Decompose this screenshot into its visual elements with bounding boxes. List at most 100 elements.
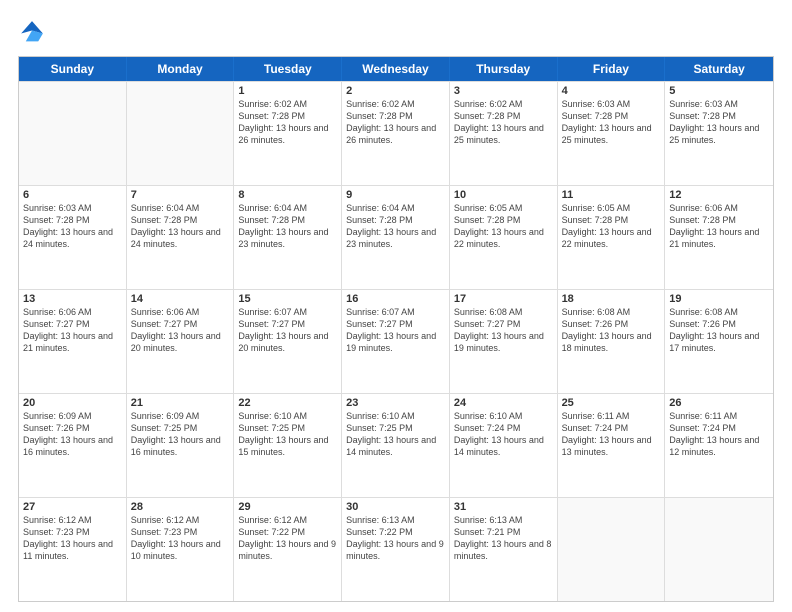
day-number: 22 [238,397,337,409]
day-info: Sunrise: 6:02 AM Sunset: 7:28 PM Dayligh… [238,98,337,147]
day-info: Sunrise: 6:02 AM Sunset: 7:28 PM Dayligh… [346,98,445,147]
day-info: Sunrise: 6:05 AM Sunset: 7:28 PM Dayligh… [562,202,661,251]
day-info: Sunrise: 6:06 AM Sunset: 7:27 PM Dayligh… [23,306,122,355]
calendar-cell [558,498,666,601]
day-number: 5 [669,85,769,97]
logo-icon [18,18,46,46]
calendar-cell: 22Sunrise: 6:10 AM Sunset: 7:25 PM Dayli… [234,394,342,497]
day-number: 19 [669,293,769,305]
day-number: 3 [454,85,553,97]
calendar-cell: 20Sunrise: 6:09 AM Sunset: 7:26 PM Dayli… [19,394,127,497]
calendar-cell: 14Sunrise: 6:06 AM Sunset: 7:27 PM Dayli… [127,290,235,393]
day-number: 13 [23,293,122,305]
day-number: 21 [131,397,230,409]
day-info: Sunrise: 6:06 AM Sunset: 7:28 PM Dayligh… [669,202,769,251]
calendar-row: 13Sunrise: 6:06 AM Sunset: 7:27 PM Dayli… [19,289,773,393]
weekday-header: Saturday [665,57,773,81]
day-info: Sunrise: 6:07 AM Sunset: 7:27 PM Dayligh… [238,306,337,355]
day-info: Sunrise: 6:11 AM Sunset: 7:24 PM Dayligh… [562,410,661,459]
day-number: 8 [238,189,337,201]
calendar-row: 27Sunrise: 6:12 AM Sunset: 7:23 PM Dayli… [19,497,773,601]
calendar-row: 6Sunrise: 6:03 AM Sunset: 7:28 PM Daylig… [19,185,773,289]
day-info: Sunrise: 6:12 AM Sunset: 7:23 PM Dayligh… [131,514,230,563]
day-number: 11 [562,189,661,201]
calendar-cell: 29Sunrise: 6:12 AM Sunset: 7:22 PM Dayli… [234,498,342,601]
day-number: 28 [131,501,230,513]
calendar-cell [19,82,127,185]
weekday-header: Thursday [450,57,558,81]
day-number: 14 [131,293,230,305]
day-info: Sunrise: 6:10 AM Sunset: 7:25 PM Dayligh… [238,410,337,459]
day-number: 29 [238,501,337,513]
day-number: 9 [346,189,445,201]
day-info: Sunrise: 6:08 AM Sunset: 7:26 PM Dayligh… [562,306,661,355]
calendar-cell: 3Sunrise: 6:02 AM Sunset: 7:28 PM Daylig… [450,82,558,185]
calendar-header: SundayMondayTuesdayWednesdayThursdayFrid… [19,57,773,81]
day-info: Sunrise: 6:08 AM Sunset: 7:27 PM Dayligh… [454,306,553,355]
calendar-cell: 10Sunrise: 6:05 AM Sunset: 7:28 PM Dayli… [450,186,558,289]
calendar-cell: 26Sunrise: 6:11 AM Sunset: 7:24 PM Dayli… [665,394,773,497]
calendar-cell: 25Sunrise: 6:11 AM Sunset: 7:24 PM Dayli… [558,394,666,497]
calendar-cell: 11Sunrise: 6:05 AM Sunset: 7:28 PM Dayli… [558,186,666,289]
weekday-header: Friday [558,57,666,81]
day-info: Sunrise: 6:04 AM Sunset: 7:28 PM Dayligh… [346,202,445,251]
calendar-body: 1Sunrise: 6:02 AM Sunset: 7:28 PM Daylig… [19,81,773,601]
calendar-cell [127,82,235,185]
calendar-cell: 30Sunrise: 6:13 AM Sunset: 7:22 PM Dayli… [342,498,450,601]
day-info: Sunrise: 6:04 AM Sunset: 7:28 PM Dayligh… [131,202,230,251]
day-info: Sunrise: 6:13 AM Sunset: 7:21 PM Dayligh… [454,514,553,563]
calendar-cell: 15Sunrise: 6:07 AM Sunset: 7:27 PM Dayli… [234,290,342,393]
calendar: SundayMondayTuesdayWednesdayThursdayFrid… [18,56,774,602]
calendar-cell: 18Sunrise: 6:08 AM Sunset: 7:26 PM Dayli… [558,290,666,393]
day-number: 30 [346,501,445,513]
calendar-cell: 1Sunrise: 6:02 AM Sunset: 7:28 PM Daylig… [234,82,342,185]
day-info: Sunrise: 6:13 AM Sunset: 7:22 PM Dayligh… [346,514,445,563]
day-number: 6 [23,189,122,201]
calendar-cell: 12Sunrise: 6:06 AM Sunset: 7:28 PM Dayli… [665,186,773,289]
day-info: Sunrise: 6:10 AM Sunset: 7:25 PM Dayligh… [346,410,445,459]
day-number: 27 [23,501,122,513]
calendar-cell: 16Sunrise: 6:07 AM Sunset: 7:27 PM Dayli… [342,290,450,393]
calendar-cell: 28Sunrise: 6:12 AM Sunset: 7:23 PM Dayli… [127,498,235,601]
day-info: Sunrise: 6:09 AM Sunset: 7:25 PM Dayligh… [131,410,230,459]
logo [18,18,50,46]
calendar-row: 1Sunrise: 6:02 AM Sunset: 7:28 PM Daylig… [19,81,773,185]
calendar-cell: 8Sunrise: 6:04 AM Sunset: 7:28 PM Daylig… [234,186,342,289]
calendar-cell: 23Sunrise: 6:10 AM Sunset: 7:25 PM Dayli… [342,394,450,497]
day-info: Sunrise: 6:07 AM Sunset: 7:27 PM Dayligh… [346,306,445,355]
day-info: Sunrise: 6:02 AM Sunset: 7:28 PM Dayligh… [454,98,553,147]
calendar-cell: 2Sunrise: 6:02 AM Sunset: 7:28 PM Daylig… [342,82,450,185]
day-number: 25 [562,397,661,409]
day-number: 4 [562,85,661,97]
day-info: Sunrise: 6:08 AM Sunset: 7:26 PM Dayligh… [669,306,769,355]
calendar-cell [665,498,773,601]
day-number: 10 [454,189,553,201]
weekday-header: Tuesday [234,57,342,81]
day-number: 12 [669,189,769,201]
day-info: Sunrise: 6:04 AM Sunset: 7:28 PM Dayligh… [238,202,337,251]
page: SundayMondayTuesdayWednesdayThursdayFrid… [0,0,792,612]
day-number: 20 [23,397,122,409]
day-number: 17 [454,293,553,305]
day-info: Sunrise: 6:05 AM Sunset: 7:28 PM Dayligh… [454,202,553,251]
weekday-header: Wednesday [342,57,450,81]
day-info: Sunrise: 6:12 AM Sunset: 7:23 PM Dayligh… [23,514,122,563]
calendar-cell: 17Sunrise: 6:08 AM Sunset: 7:27 PM Dayli… [450,290,558,393]
day-info: Sunrise: 6:10 AM Sunset: 7:24 PM Dayligh… [454,410,553,459]
calendar-cell: 6Sunrise: 6:03 AM Sunset: 7:28 PM Daylig… [19,186,127,289]
day-number: 16 [346,293,445,305]
day-number: 31 [454,501,553,513]
day-number: 23 [346,397,445,409]
calendar-cell: 4Sunrise: 6:03 AM Sunset: 7:28 PM Daylig… [558,82,666,185]
weekday-header: Sunday [19,57,127,81]
day-info: Sunrise: 6:03 AM Sunset: 7:28 PM Dayligh… [669,98,769,147]
day-number: 15 [238,293,337,305]
calendar-cell: 27Sunrise: 6:12 AM Sunset: 7:23 PM Dayli… [19,498,127,601]
day-number: 7 [131,189,230,201]
header [18,18,774,46]
day-number: 26 [669,397,769,409]
calendar-row: 20Sunrise: 6:09 AM Sunset: 7:26 PM Dayli… [19,393,773,497]
day-info: Sunrise: 6:03 AM Sunset: 7:28 PM Dayligh… [562,98,661,147]
day-number: 24 [454,397,553,409]
calendar-cell: 5Sunrise: 6:03 AM Sunset: 7:28 PM Daylig… [665,82,773,185]
